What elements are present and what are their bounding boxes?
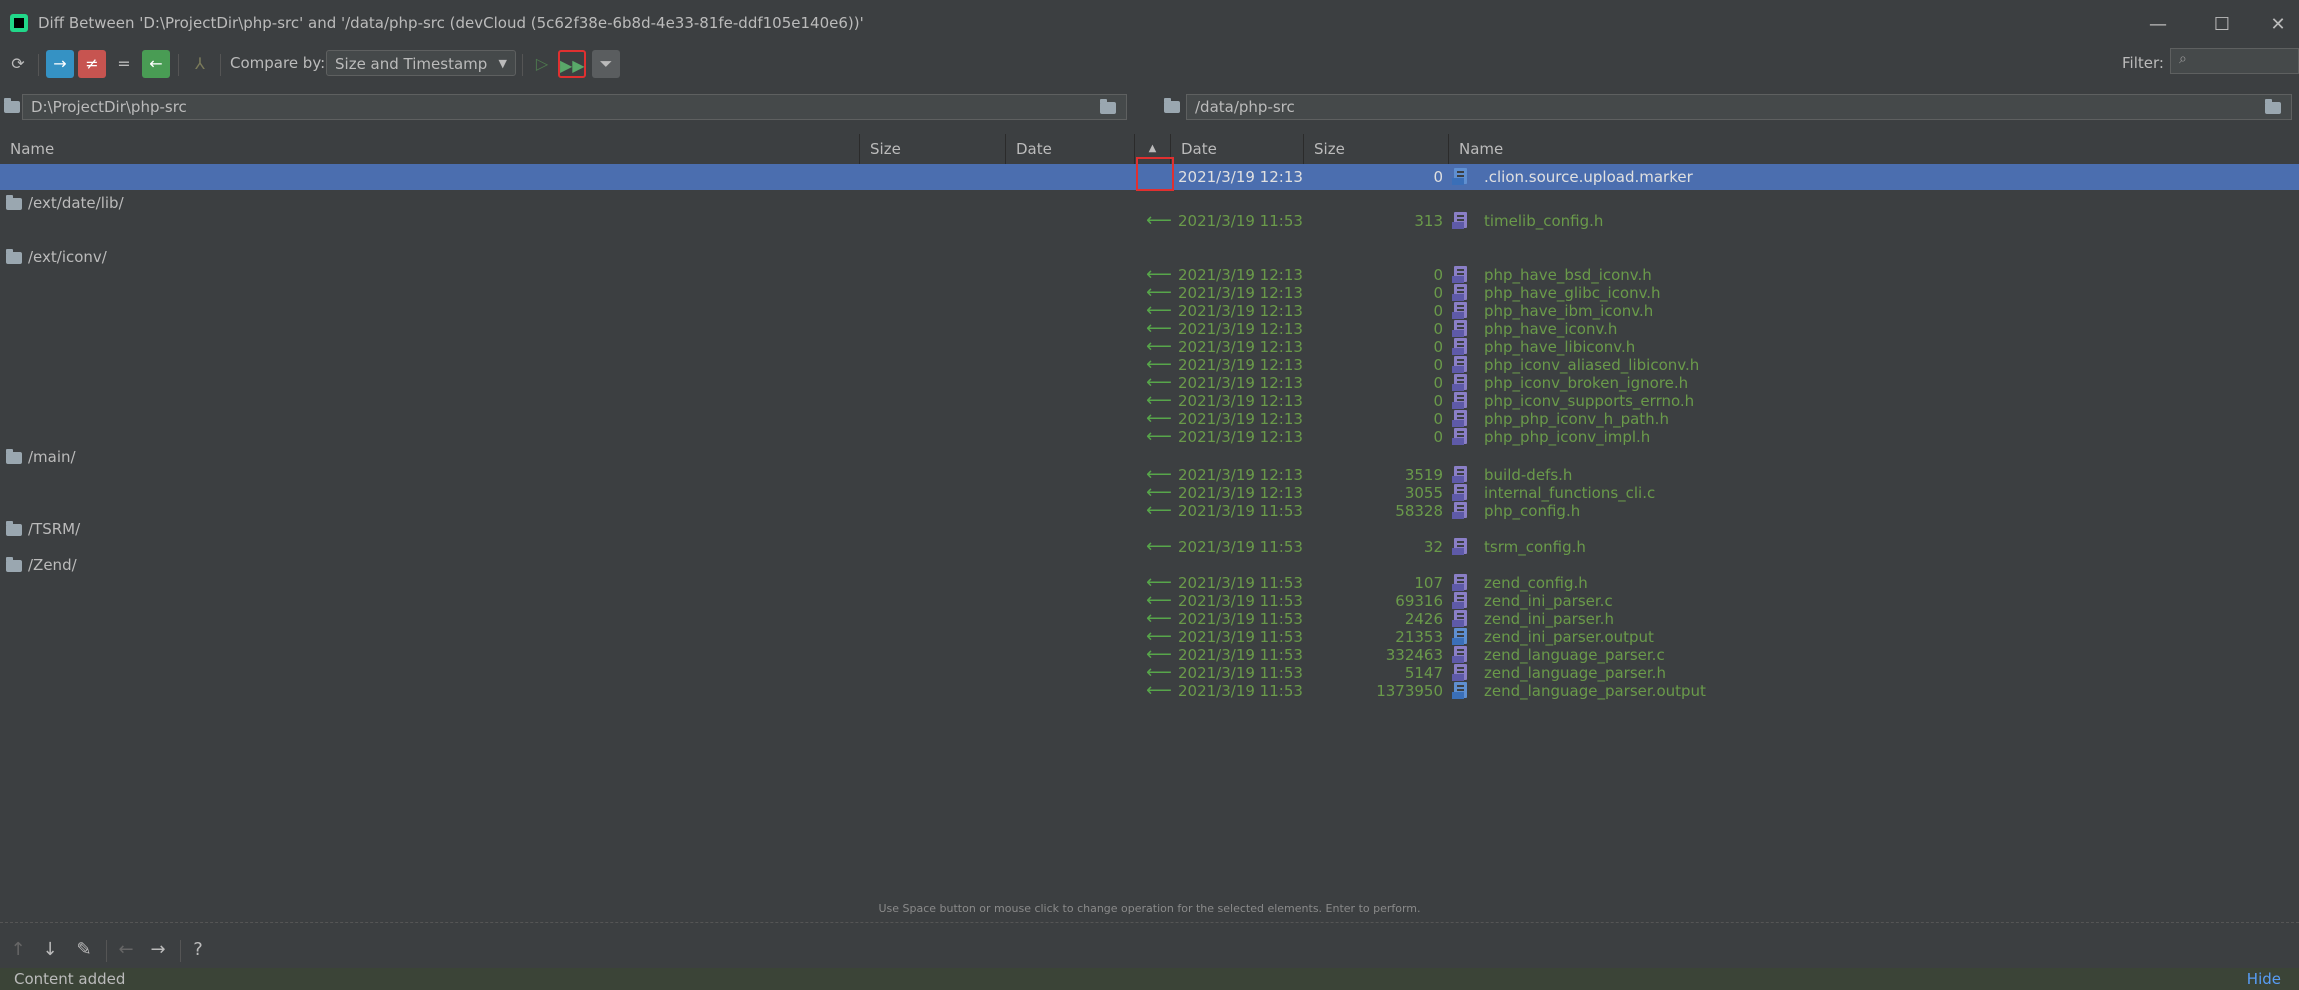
merge-icon[interactable]: ⅄ <box>186 50 214 78</box>
c-header-icon <box>1452 212 1470 230</box>
refresh-icon[interactable]: ⟳ <box>4 50 32 78</box>
help-icon[interactable]: ? <box>184 936 212 964</box>
close-button[interactable]: ✕ <box>2260 10 2296 40</box>
left-path-text: D:\ProjectDir\php-src <box>31 98 187 116</box>
synchronize-selected-icon[interactable]: ▷ <box>528 50 556 78</box>
copy-left-arrow-icon[interactable]: ⟵ <box>1146 208 1172 234</box>
table-body: 2021/3/19 12:13 0 .clion.source.upload.mar… <box>0 164 2299 894</box>
file-name: .clion.source.upload.marker <box>1484 168 1693 186</box>
file-size: 1373950 <box>1376 682 1443 700</box>
filter-input[interactable]: ⌕ <box>2170 48 2299 74</box>
clion-app-icon <box>10 14 28 32</box>
browse-folder-icon[interactable] <box>1100 99 1116 114</box>
file-size: 0 <box>1433 168 1443 186</box>
folder-icon <box>1164 98 1180 113</box>
table-row[interactable]: ⟵ 2021/3/19 11:53 313 timelib_config.h <box>0 208 2299 234</box>
compare-by-dropdown[interactable]: Size and Timestamp ▼ <box>326 50 516 76</box>
maximize-button[interactable]: ☐ <box>2204 10 2240 40</box>
file-size: 313 <box>1414 212 1443 230</box>
toolbar-separator <box>220 54 221 76</box>
hint-text: Use Space button or mouse click to chang… <box>878 902 1421 915</box>
chevron-down-icon: ▼ <box>498 57 507 70</box>
synchronize-all-icon[interactable]: ▶▶ <box>558 50 586 78</box>
file-name: zend_language_parser.output <box>1484 682 1706 700</box>
text-file-icon <box>1452 682 1470 700</box>
window-title: Diff Between 'D:\ProjectDir\php-src' and… <box>38 14 864 32</box>
show-new-on-left-icon[interactable]: ← <box>142 50 170 78</box>
diff-table: Name Size Date ▲ Date Size Name 2021/3/1… <box>0 134 2299 894</box>
column-header-right-name[interactable]: Name <box>1449 134 2299 164</box>
compare-by-label: Compare by: <box>230 54 326 72</box>
column-header-right-size[interactable]: Size <box>1304 134 1449 164</box>
search-icon: ⌕ <box>2179 51 2187 67</box>
file-name: timelib_config.h <box>1484 212 1604 230</box>
hide-link[interactable]: Hide <box>2247 970 2281 988</box>
status-bar: Content added Hide <box>0 968 2299 990</box>
table-row[interactable]: ⟵ 2021/3/19 11:53 1373950 zend_language_par… <box>0 678 2299 704</box>
toolbar-separator <box>180 940 181 962</box>
toolbar: ⟳ → ≠ = ← ⅄ Compare by: Size and Timesta… <box>0 48 2299 92</box>
column-header-left-date[interactable]: Date <box>1006 134 1135 164</box>
show-different-icon[interactable]: ≠ <box>78 50 106 78</box>
browse-folder-icon[interactable] <box>2265 99 2281 114</box>
edit-icon[interactable]: ✎ <box>70 936 98 964</box>
toolbar-separator <box>178 54 179 76</box>
highlight-box <box>1136 157 1174 191</box>
column-header-left-size[interactable]: Size <box>860 134 1006 164</box>
file-date: 2021/3/19 12:13 <box>1178 168 1303 186</box>
bottom-toolbar: ↑ ↓ ✎ ← → ? <box>0 930 2299 968</box>
compare-by-value: Size and Timestamp <box>335 55 488 73</box>
filter-label: Filter: <box>2122 54 2164 72</box>
file-date: 2021/3/19 11:53 <box>1178 212 1303 230</box>
text-file-icon <box>1452 168 1470 186</box>
next-difference-icon[interactable]: ↓ <box>36 936 64 964</box>
toolbar-separator <box>38 54 39 76</box>
title-bar: Diff Between 'D:\ProjectDir\php-src' and… <box>0 0 2299 50</box>
right-path-text: /data/php-src <box>1195 98 1295 116</box>
file-date: 2021/3/19 11:53 <box>1178 682 1303 700</box>
right-path-field[interactable]: /data/php-src <box>1186 94 2292 120</box>
toolbar-separator <box>522 54 523 76</box>
previous-difference-icon[interactable]: ↑ <box>4 936 32 964</box>
status-message: Content added <box>14 970 126 988</box>
column-header-left-name[interactable]: Name <box>0 134 860 164</box>
forward-icon[interactable]: → <box>144 936 172 964</box>
show-new-on-right-icon[interactable]: → <box>46 50 74 78</box>
back-icon[interactable]: ← <box>112 936 140 964</box>
toolbar-separator <box>106 940 107 962</box>
show-equal-icon[interactable]: = <box>110 50 138 78</box>
minimize-button[interactable]: — <box>2140 10 2176 40</box>
left-path-field[interactable]: D:\ProjectDir\php-src <box>22 94 1127 120</box>
folder-icon <box>4 98 20 113</box>
filter-icon[interactable]: ⏷ <box>592 50 620 78</box>
column-header-right-date[interactable]: Date <box>1171 134 1304 164</box>
copy-left-arrow-icon[interactable]: ⟵ <box>1146 678 1172 704</box>
